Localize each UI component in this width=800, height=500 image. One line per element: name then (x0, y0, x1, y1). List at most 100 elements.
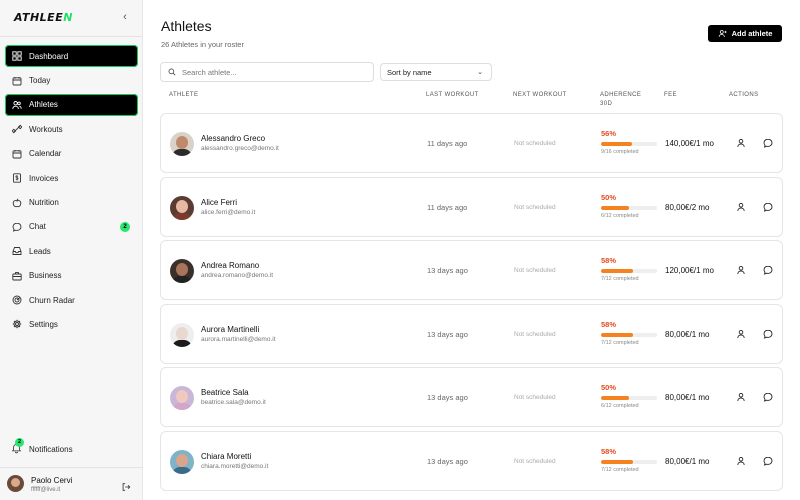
calendar-today-icon (11, 75, 22, 86)
sidebar-item-label: Dashboard (29, 51, 69, 61)
chat-badge: 2 (120, 221, 130, 232)
fee: 80,00€/1 mo (665, 393, 710, 402)
inbox-icon (11, 246, 22, 257)
adherence-bar (601, 142, 657, 146)
profile-icon[interactable] (736, 329, 746, 339)
table-row[interactable]: Chiara Moretti chiara.moretti@demo.it 13 d… (160, 430, 783, 491)
avatar (170, 386, 194, 410)
table-row[interactable]: Andrea Romano andrea.romano@demo.it 13 day… (160, 240, 783, 300)
sidebar-item-business[interactable]: Business (5, 265, 138, 287)
sidebar-item-label: Workouts (29, 124, 63, 134)
table-row[interactable]: Alessandro Greco alessandro.greco@demo.it… (160, 113, 783, 173)
search-icon (168, 68, 176, 76)
sidebar-item-settings[interactable]: Settings (5, 313, 138, 335)
sidebar-item-workouts[interactable]: Workouts (5, 118, 138, 140)
sidebar-item-chat[interactable]: Chat 2 (5, 216, 138, 238)
sidebar-item-label: Athletes (29, 100, 58, 110)
last-workout: 13 days ago (427, 266, 468, 275)
athlete-email: andrea.romano@demo.it (201, 272, 273, 279)
adherence-bar-fill (601, 142, 633, 146)
athlete-email: aurora.martinelli@demo.it (201, 335, 276, 343)
sidebar: ATHLEEN ‹ Dashboard Today Athletes Workouts… (0, 0, 143, 500)
completed-count: 6/12 completed (601, 212, 639, 219)
notifications-badge: 2 (15, 438, 24, 447)
adherence-percent: 50% (601, 192, 617, 202)
profile-icon[interactable] (736, 456, 746, 466)
sidebar-item-label: Leads (29, 246, 51, 256)
adherence-bar-fill (601, 459, 634, 464)
adherence-bar-fill (601, 269, 634, 273)
table-row[interactable]: Aurora Martinelli aurora.martinelli@demo.… (160, 303, 783, 364)
radar-icon (11, 295, 22, 306)
chevron-down-icon: ⌄ (477, 69, 483, 76)
athlete-name[interactable]: Beatrice Sala (201, 388, 249, 397)
sidebar-item-label: Chat (29, 222, 46, 232)
adherence-bar (601, 205, 657, 210)
chat-icon[interactable] (763, 202, 773, 212)
completed-count: 7/12 completed (601, 466, 639, 473)
chat-icon[interactable] (763, 456, 773, 466)
notifications-button[interactable]: 2 Notifications (11, 438, 73, 455)
last-workout: 13 days ago (427, 329, 468, 339)
avatar (170, 195, 194, 220)
sidebar-item-leads[interactable]: Leads (5, 240, 138, 262)
athlete-name[interactable]: Alice Ferri (201, 198, 237, 207)
chat-icon[interactable] (763, 392, 773, 402)
adherence-bar (601, 396, 657, 400)
calendar-icon (11, 148, 22, 159)
collapse-sidebar-icon[interactable]: ‹ (119, 11, 131, 25)
last-workout: 11 days ago (427, 139, 468, 148)
adherence-bar (601, 269, 657, 273)
sidebar-item-dashboard[interactable]: Dashboard (5, 45, 138, 68)
logout-icon[interactable] (121, 479, 131, 491)
avatar[interactable] (7, 475, 24, 492)
athlete-name[interactable]: Alessandro Greco (201, 134, 265, 143)
profile-icon[interactable] (736, 202, 746, 212)
sidebar-item-athletes[interactable]: Athletes (5, 93, 138, 117)
athlete-email: alice.ferri@demo.it (201, 208, 256, 216)
adherence-percent: 50% (601, 383, 617, 392)
last-workout: 13 days ago (427, 456, 468, 466)
sidebar-item-today[interactable]: Today (5, 69, 138, 91)
athlete-email: alessandro.greco@demo.it (201, 145, 279, 152)
dashboard-icon (11, 51, 22, 62)
chat-icon[interactable] (763, 329, 773, 339)
sidebar-item-churn-radar[interactable]: Churn Radar (5, 289, 138, 311)
table-row[interactable]: Beatrice Sala beatrice.sala@demo.it 13 day… (160, 367, 783, 427)
chat-icon[interactable] (763, 265, 773, 275)
search-placeholder: Search athlete... (182, 67, 237, 77)
profile-icon[interactable] (736, 265, 746, 275)
last-workout: 11 days ago (427, 202, 468, 212)
app-logo[interactable]: ATHLEEN (14, 11, 73, 24)
sidebar-item-label: Calendar (29, 149, 62, 159)
athlete-name[interactable]: Chiara Moretti (201, 452, 251, 461)
sidebar-item-calendar[interactable]: Calendar (5, 143, 138, 165)
page-subtitle: 26 Athletes in your roster (161, 40, 244, 49)
last-workout: 13 days ago (427, 393, 468, 402)
add-athlete-button[interactable]: Add athlete (708, 25, 782, 42)
next-workout: Not scheduled (514, 394, 556, 401)
table-row[interactable]: Alice Ferri alice.ferri@demo.it 11 days ag… (160, 176, 783, 237)
search-input[interactable]: Search athlete... (160, 62, 374, 82)
chat-icon[interactable] (763, 138, 773, 148)
page-title: Athletes (161, 18, 212, 34)
profile-icon[interactable] (736, 392, 746, 402)
athlete-name[interactable]: Andrea Romano (201, 261, 259, 270)
profile-icon[interactable] (736, 138, 746, 148)
avatar (170, 259, 194, 283)
next-workout: Not scheduled (514, 457, 556, 465)
completed-count: 7/12 completed (601, 276, 639, 282)
sidebar-item-nutrition[interactable]: Nutrition (5, 191, 138, 213)
athlete-name[interactable]: Aurora Martinelli (201, 325, 259, 334)
adherence-bar-fill (601, 332, 634, 337)
user-profile: Paolo Cervi ffffff@live.it (0, 467, 143, 500)
sidebar-item-invoices[interactable]: Invoices (5, 167, 138, 189)
sidebar-divider (0, 36, 142, 37)
sort-select[interactable]: Sort by name ⌄ (380, 63, 492, 81)
sidebar-item-label: Business (29, 271, 62, 281)
avatar (170, 449, 194, 474)
fee: 80,00€/2 mo (665, 202, 710, 212)
fee: 80,00€/1 mo (665, 329, 710, 339)
completed-count: 9/16 completed (601, 149, 639, 155)
adherence-bar-fill (601, 396, 629, 400)
